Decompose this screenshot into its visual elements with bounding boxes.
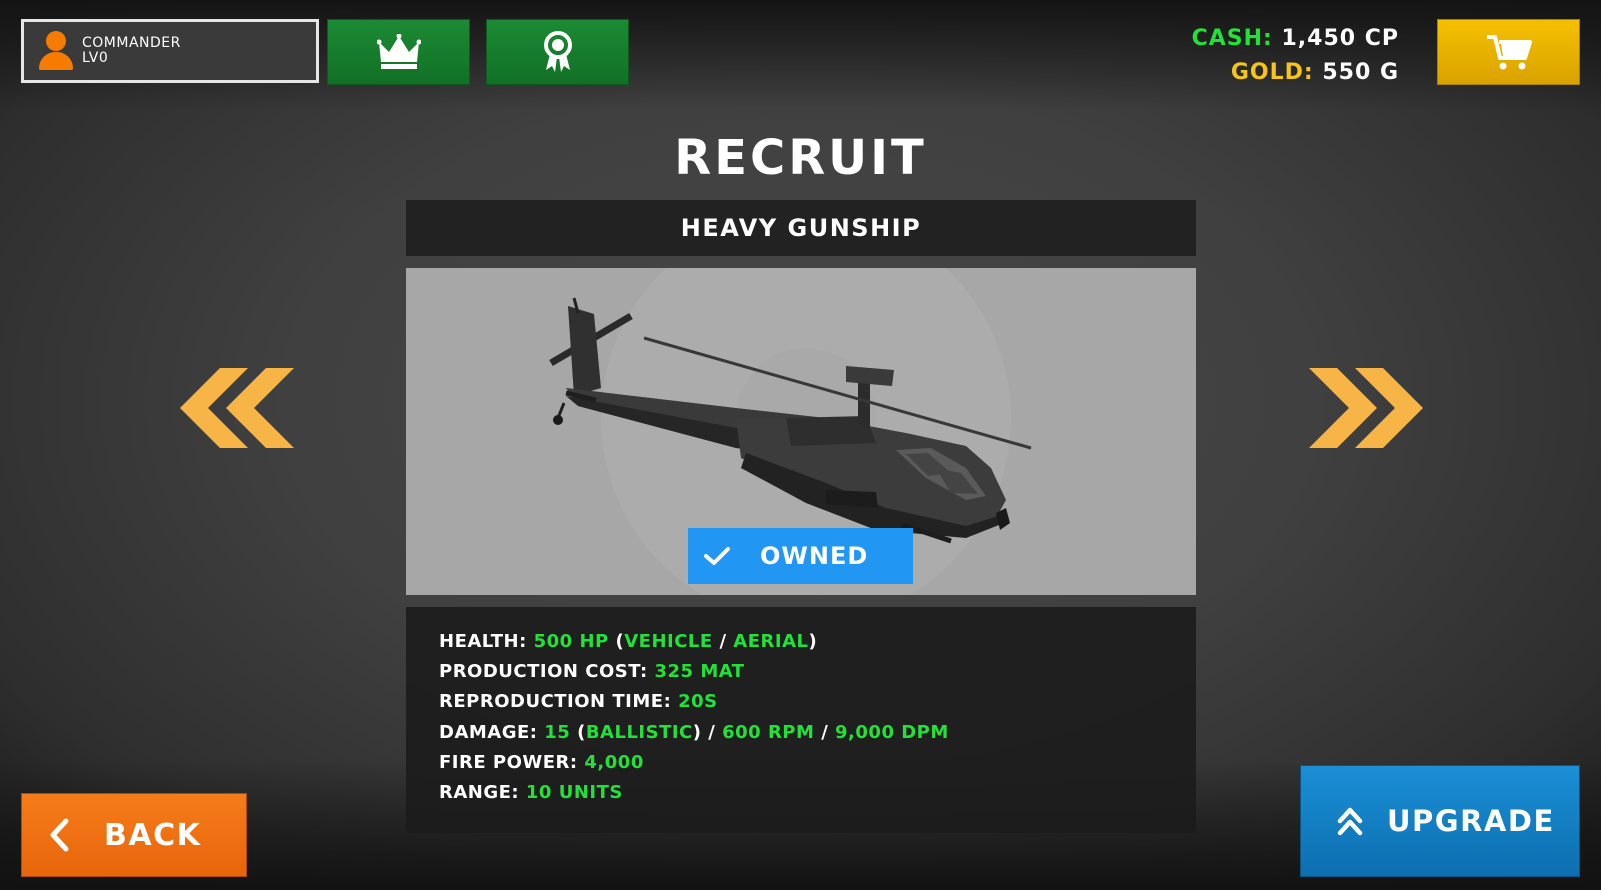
profile-level: LV0 <box>82 50 109 66</box>
double-chevron-up-icon <box>1337 807 1363 836</box>
cart-icon <box>1486 35 1532 70</box>
stat-time-label: REPRODUCTION TIME: <box>439 691 672 713</box>
leaderboard-button[interactable] <box>327 19 470 85</box>
stat-health-type2: AERIAL <box>733 631 809 652</box>
shop-button[interactable] <box>1437 19 1580 85</box>
stat-health-value: 500 HP <box>533 631 609 652</box>
previous-unit-chevron-icon[interactable] <box>180 368 294 448</box>
profile-panel[interactable]: COMMANDER LV0 <box>21 19 319 83</box>
stat-health-type1: VEHICLE <box>624 631 713 652</box>
ribbon-award-icon <box>543 31 572 72</box>
upgrade-button[interactable]: UPGRADE <box>1300 765 1580 877</box>
chevron-left-icon <box>50 818 69 852</box>
currency-panel: CASH: 1,450 CP GOLD: 550 G <box>1192 22 1399 90</box>
cash-row: CASH: 1,450 CP <box>1192 22 1399 56</box>
stat-reproduction-time: REPRODUCTION TIME: 20S <box>439 687 949 717</box>
stat-production-cost: PRODUCTION COST: 325 MAT <box>439 657 949 687</box>
unit-name: HEAVY GUNSHIP <box>680 214 922 242</box>
stat-firepower-label: FIRE POWER: <box>439 751 578 773</box>
stat-range-value: 10 UNITS <box>525 782 623 804</box>
cash-label: CASH: <box>1191 26 1273 51</box>
gold-value: 550 G <box>1322 60 1399 85</box>
owned-badge: OWNED <box>688 528 913 584</box>
stat-damage-rpm: 600 RPM <box>722 721 815 743</box>
back-button[interactable]: BACK <box>21 793 247 877</box>
achievements-button[interactable] <box>486 19 629 85</box>
stat-time-value: 20S <box>678 691 718 713</box>
profile-text: COMMANDER LV0 <box>82 36 181 66</box>
checkmark-icon <box>704 547 730 565</box>
stat-cost-label: PRODUCTION COST: <box>439 661 648 683</box>
stat-damage-type: BALLISTIC <box>585 721 693 743</box>
stats-list: HEALTH: 500 HP (VEHICLE / AERIAL) PRODUC… <box>439 627 949 808</box>
stat-cost-value: 325 MAT <box>654 661 745 683</box>
crown-icon <box>376 34 421 69</box>
upgrade-label: UPGRADE <box>1387 804 1555 838</box>
stat-damage: DAMAGE: 15 (BALLISTIC) / 600 RPM / 9,000… <box>439 721 949 743</box>
stat-firepower-value: 4,000 <box>584 751 644 773</box>
unit-name-bar: HEAVY GUNSHIP <box>406 200 1196 256</box>
stat-health: HEALTH: 500 HP (VEHICLE / AERIAL) <box>439 631 818 652</box>
cash-value: 1,450 CP <box>1281 26 1399 51</box>
gold-label: GOLD: <box>1230 60 1314 85</box>
next-unit-chevron-icon[interactable] <box>1309 368 1423 448</box>
back-label: BACK <box>104 817 202 853</box>
stat-damage-label: DAMAGE: <box>439 721 538 743</box>
stat-health-label: HEALTH: <box>439 631 527 652</box>
stats-panel: HEALTH: 500 HP (VEHICLE / AERIAL) PRODUC… <box>406 607 1196 833</box>
gold-row: GOLD: 550 G <box>1192 56 1399 90</box>
stat-damage-value: 15 <box>544 721 571 743</box>
stat-damage-dpm: 9,000 DPM <box>835 721 949 743</box>
page-title: RECRUIT <box>674 130 927 186</box>
stat-range: RANGE: 10 UNITS <box>439 778 949 808</box>
profile-name: COMMANDER <box>82 35 181 51</box>
user-icon <box>38 31 74 71</box>
owned-label: OWNED <box>760 542 869 570</box>
stat-range-label: RANGE: <box>439 782 520 804</box>
stat-fire-power: FIRE POWER: 4,000 <box>439 748 949 778</box>
